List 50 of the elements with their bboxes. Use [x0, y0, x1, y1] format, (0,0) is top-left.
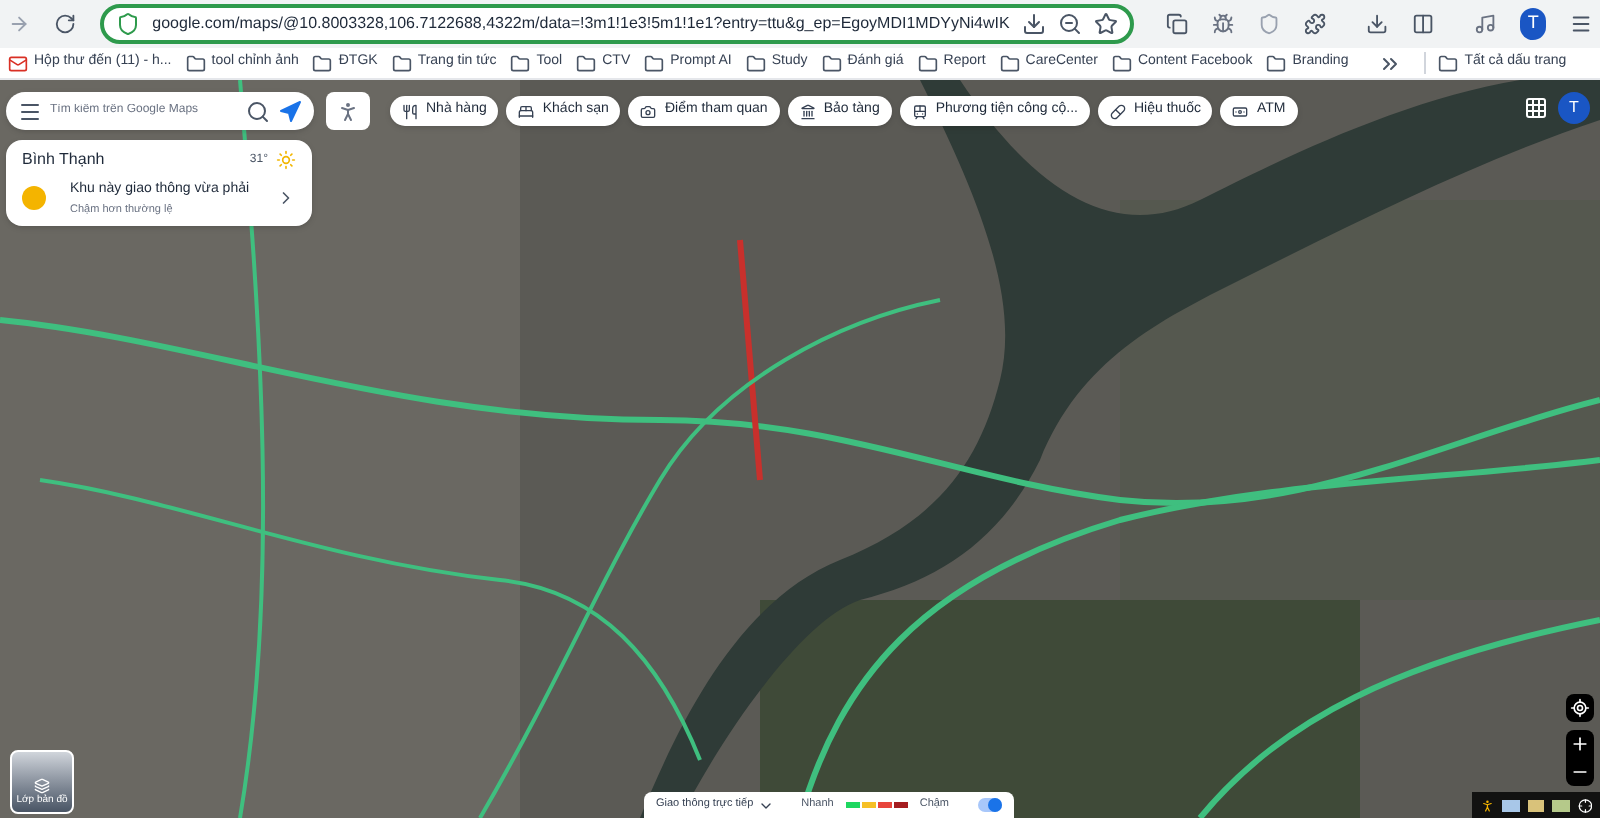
- pegman-icon[interactable]: [1480, 797, 1495, 813]
- camera-icon: [640, 103, 657, 119]
- layers-icon: [34, 777, 50, 793]
- folder-icon: [917, 53, 938, 73]
- person-icon: [336, 99, 360, 123]
- traffic-toggle[interactable]: [977, 798, 1002, 812]
- pegman-button[interactable]: [326, 92, 370, 130]
- folder-icon: [1266, 53, 1287, 73]
- folder-icon: [1438, 53, 1459, 73]
- folder-icon: [391, 53, 412, 73]
- folder-icon: [576, 53, 597, 73]
- tram-icon: [911, 103, 928, 119]
- sun-icon: [276, 150, 296, 170]
- menu-icon[interactable]: [18, 99, 42, 123]
- area-name: Bình Thạnh: [22, 148, 105, 172]
- address-bar[interactable]: google.com/maps/@10.8003328,106.7122688,4322m/data=!3m1!1e3!5m1!1e1?entry=ttu&g_ep=EgoyMDI1MDYyNi4wIK: [100, 4, 1134, 44]
- zoom-in-icon[interactable]: [1570, 734, 1590, 754]
- banknote-icon: [1232, 103, 1249, 119]
- bug-icon[interactable]: [1211, 10, 1234, 38]
- url-text: google.com/maps/@10.8003328,106.7122688,4322m/data=!3m1!1e3!5m1!1e1?entry=ttu&g_ep=EgoyMDI1MDYyNi4wIK: [152, 12, 1010, 36]
- media-icon[interactable]: [1474, 10, 1497, 38]
- folder-icon: [510, 53, 531, 73]
- folder-icon: [821, 53, 842, 73]
- profile-avatar[interactable]: T: [1520, 8, 1546, 40]
- side-panel-icon[interactable]: [1412, 10, 1435, 38]
- folder-icon: [644, 53, 665, 73]
- pill-icon: [1110, 103, 1126, 119]
- locate-button[interactable]: [1566, 694, 1594, 722]
- bookmark-star-icon[interactable]: [1093, 12, 1118, 36]
- directions-icon[interactable]: [278, 99, 302, 123]
- traffic-scale-drawing: [845, 802, 908, 808]
- folder-icon: [999, 53, 1020, 73]
- map-apps-icon[interactable]: [1524, 96, 1548, 120]
- folder-icon: [745, 53, 766, 73]
- tab-icon[interactable]: [1165, 10, 1188, 38]
- install-icon[interactable]: [1021, 12, 1046, 36]
- zoom-icon[interactable]: [1057, 12, 1082, 36]
- reload-icon[interactable]: [54, 10, 77, 38]
- mail-icon: [8, 53, 28, 73]
- folder-icon: [312, 53, 333, 73]
- folder-icon: [185, 53, 206, 73]
- folder-icon: [1111, 53, 1132, 73]
- download-icon[interactable]: [1366, 10, 1389, 38]
- bed-icon: [518, 103, 535, 119]
- extensions-icon[interactable]: [1304, 10, 1327, 38]
- utensils-icon: [402, 103, 418, 119]
- target-icon[interactable]: [1577, 797, 1592, 813]
- museum-icon: [799, 103, 816, 119]
- locate-icon: [1570, 698, 1590, 718]
- search-icon[interactable]: [246, 99, 270, 123]
